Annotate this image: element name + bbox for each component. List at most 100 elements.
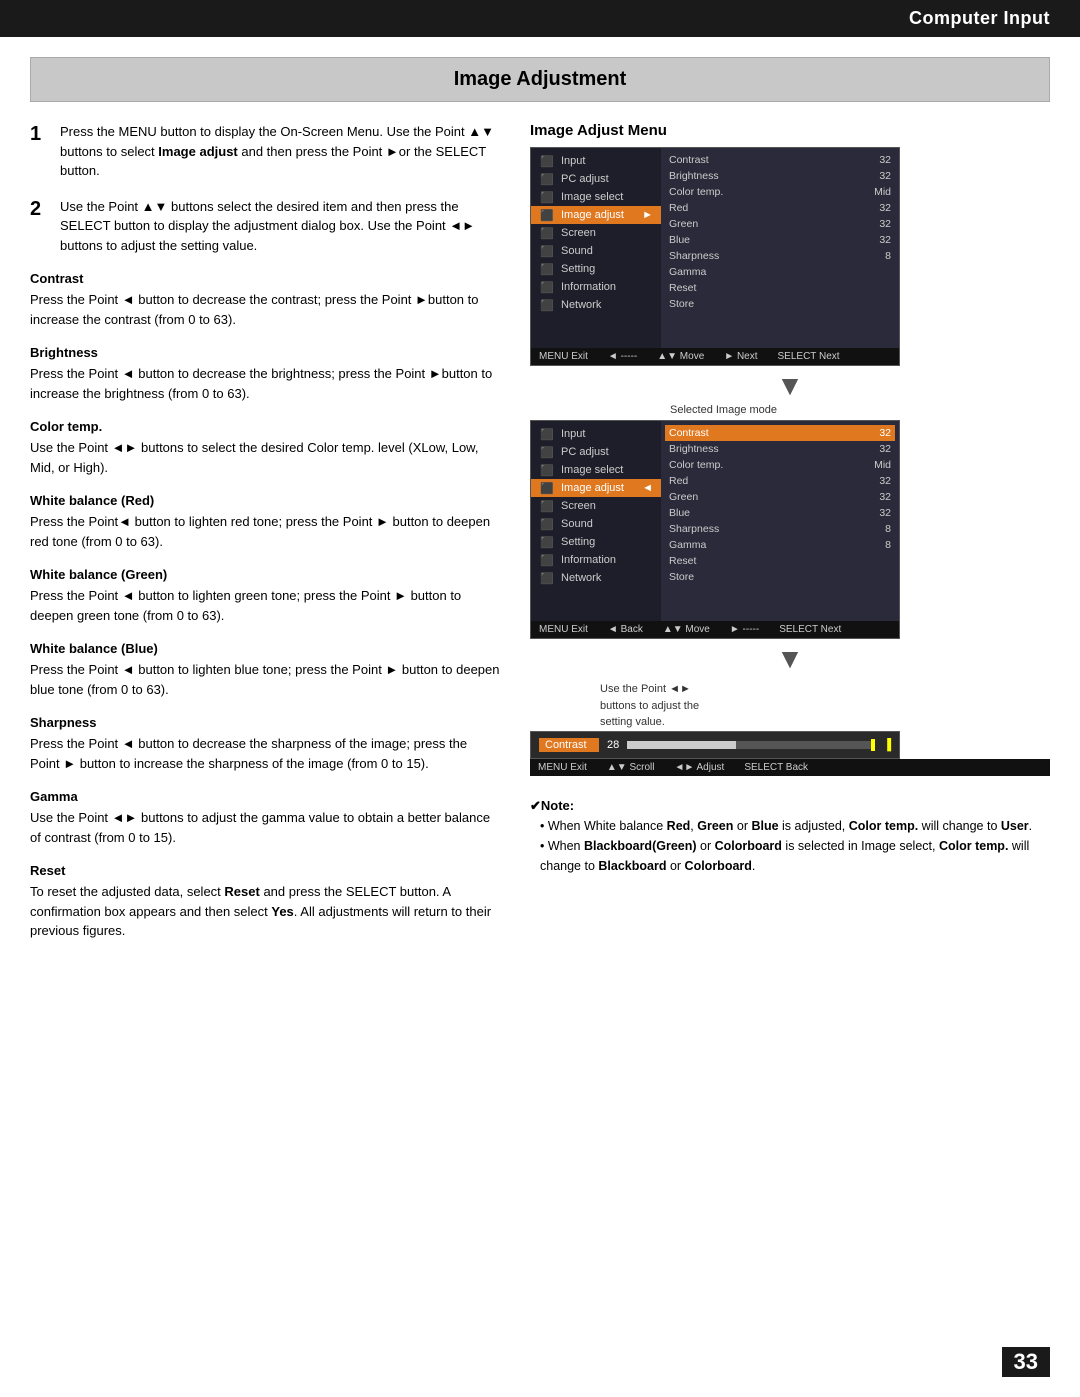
subsection-gamma-title: Gamma [30,789,500,804]
menu-arrow-1: ► [642,209,653,221]
footer-select-2: SELECT Next [779,624,841,635]
ritem-blue-2: Blue32 [669,505,891,521]
subsection-contrast-body: Press the Point ◄ button to decrease the… [30,290,500,329]
menu-item-imgsel-2: ⬛ Image select [531,461,661,479]
ritem-store-2: Store [669,569,891,585]
menu-item-label: Input [561,428,585,440]
menu-item-label: Screen [561,500,596,512]
use-point-section: Use the Point ◄►buttons to adjust theset… [530,677,1050,731]
menu-item-info-2: ⬛ Information [531,551,661,569]
contrast-bar-row: Contrast 28 ▐ [539,736,891,754]
step-2-text: Use the Point ▲▼ buttons select the desi… [60,197,500,256]
right-column: Image Adjust Menu ⬛ Input ⬛ PC adjust [530,122,1050,957]
footer-select-1: SELECT Next [778,351,840,362]
contrast-value: 28 [607,739,619,751]
menu-item-sound-1: ⬛ Sound [531,242,661,260]
use-point-text: Use the Point ◄►buttons to adjust theset… [600,681,699,731]
contrast-bar-fill [627,741,736,749]
footer-back-2: ◄ Back [608,624,643,635]
menu-item-setting-2: ⬛ Setting [531,533,661,551]
subsection-gamma-body: Use the Point ◄► buttons to adjust the g… [30,808,500,847]
subsection-gamma: Gamma Use the Point ◄► buttons to adjust… [30,789,500,847]
subsection-wb-green-body: Press the Point ◄ button to lighten gree… [30,586,500,625]
footer-next-1: ► Next [724,351,757,362]
menu-item-imgadj-1: ⬛ Image adjust ► [531,206,661,224]
ritem-colortemp-2: Color temp.Mid [669,457,891,473]
subsection-contrast: Contrast Press the Point ◄ button to dec… [30,271,500,329]
image-adjust-menu-label: Image Adjust Menu [530,122,1050,139]
setting-icon-1: ⬛ [539,263,555,275]
cf-scroll: ▲▼ Scroll [607,762,655,773]
menu-item-label: Image select [561,464,623,476]
contrast-bar-section: Contrast 28 ▐ [530,731,900,759]
menu-item-input-1: ⬛ Input [531,152,661,170]
menu-item-screen-2: ⬛ Screen [531,497,661,515]
ritem-brightness-2: Brightness32 [669,441,891,457]
ritem-red-2: Red32 [669,473,891,489]
cf-exit: MENU Exit [538,762,587,773]
contrast-footer: MENU Exit ▲▼ Scroll ◄► Adjust SELECT Bac… [530,759,1050,776]
ritem-reset-1: Reset [669,280,891,296]
contrast-bar-indicator [871,739,875,751]
note-bullet-1: • When White balance Red, Green or Blue … [540,816,1050,836]
menu-item-label: Setting [561,536,595,548]
menu-item-pcadjust-2: ⬛ PC adjust [531,443,661,461]
menu-item-imgadj-2: ⬛ Image adjust ◄ [531,479,661,497]
ritem-brightness-1: Brightness32 [669,168,891,184]
imgsel-icon-2: ⬛ [539,464,555,476]
ritem-sharpness-2: Sharpness8 [669,521,891,537]
screen-icon-2: ⬛ [539,500,555,512]
subsection-wb-green-title: White balance (Green) [30,567,500,582]
network-icon-2: ⬛ [539,572,555,584]
subsection-wb-blue: White balance (Blue) Press the Point ◄ b… [30,641,500,699]
footer-exit-1: MENU Exit [539,351,588,362]
menu-item-label: Sound [561,245,593,257]
network-icon-1: ⬛ [539,299,555,311]
menu-item-label: PC adjust [561,173,609,185]
menu-item-label: Network [561,572,601,584]
menu-item-pcadjust-1: ⬛ PC adjust [531,170,661,188]
arrow-down-1: ▼ [530,372,1050,400]
step-1-number: 1 [30,123,50,181]
menu-left-panel-1: ⬛ Input ⬛ PC adjust ⬛ Image select ⬛ [531,148,661,348]
step-1: 1 Press the MENU button to display the O… [30,122,500,181]
subsection-sharpness-body: Press the Point ◄ button to decrease the… [30,734,500,773]
menu-item-label: Information [561,281,616,293]
ritem-reset-2: Reset [669,553,891,569]
subsection-wb-green: White balance (Green) Press the Point ◄ … [30,567,500,625]
imgadj-icon-1: ⬛ [539,209,555,221]
menu-right-panel-1: Contrast32 Brightness32 Color temp.Mid R… [661,148,899,348]
subsection-contrast-title: Contrast [30,271,500,286]
subsection-sharpness: Sharpness Press the Point ◄ button to de… [30,715,500,773]
subsection-wb-red: White balance (Red) Press the Point◄ but… [30,493,500,551]
menu-item-network-1: ⬛ Network [531,296,661,314]
menu-item-screen-1: ⬛ Screen [531,224,661,242]
pc-icon-2: ⬛ [539,446,555,458]
subsection-sharpness-title: Sharpness [30,715,500,730]
subsection-color-temp: Color temp. Use the Point ◄► buttons to … [30,419,500,477]
footer-move-1: ▲▼ Move [657,351,704,362]
menu-item-network-2: ⬛ Network [531,569,661,587]
subsection-brightness-title: Brightness [30,345,500,360]
subsection-reset: Reset To reset the adjusted data, select… [30,863,500,941]
note-section: ✔Note: • When White balance Red, Green o… [530,796,1050,877]
footer-move-2: ▲▼ Move [663,624,710,635]
menu-arrow-2: ◄ [642,482,653,494]
subsection-wb-blue-body: Press the Point ◄ button to lighten blue… [30,660,500,699]
footer-back-1: ◄ ----- [608,351,637,362]
ritem-red-1: Red32 [669,200,891,216]
contrast-end-marker: ▐ [883,739,891,751]
setting-icon-2: ⬛ [539,536,555,548]
subsection-brightness: Brightness Press the Point ◄ button to d… [30,345,500,403]
ritem-gamma-2: Gamma8 [669,537,891,553]
note-title: ✔Note: [530,796,1050,817]
input-icon-2: ⬛ [539,428,555,440]
ritem-green-2: Green32 [669,489,891,505]
menu-item-label: Sound [561,518,593,530]
subsection-brightness-body: Press the Point ◄ button to decrease the… [30,364,500,403]
menu-right-panel-2: Contrast32 Brightness32 Color temp.Mid R… [661,421,899,621]
menu-item-label: Setting [561,263,595,275]
menu-item-label: Input [561,155,585,167]
info-icon-2: ⬛ [539,554,555,566]
subsection-reset-title: Reset [30,863,500,878]
